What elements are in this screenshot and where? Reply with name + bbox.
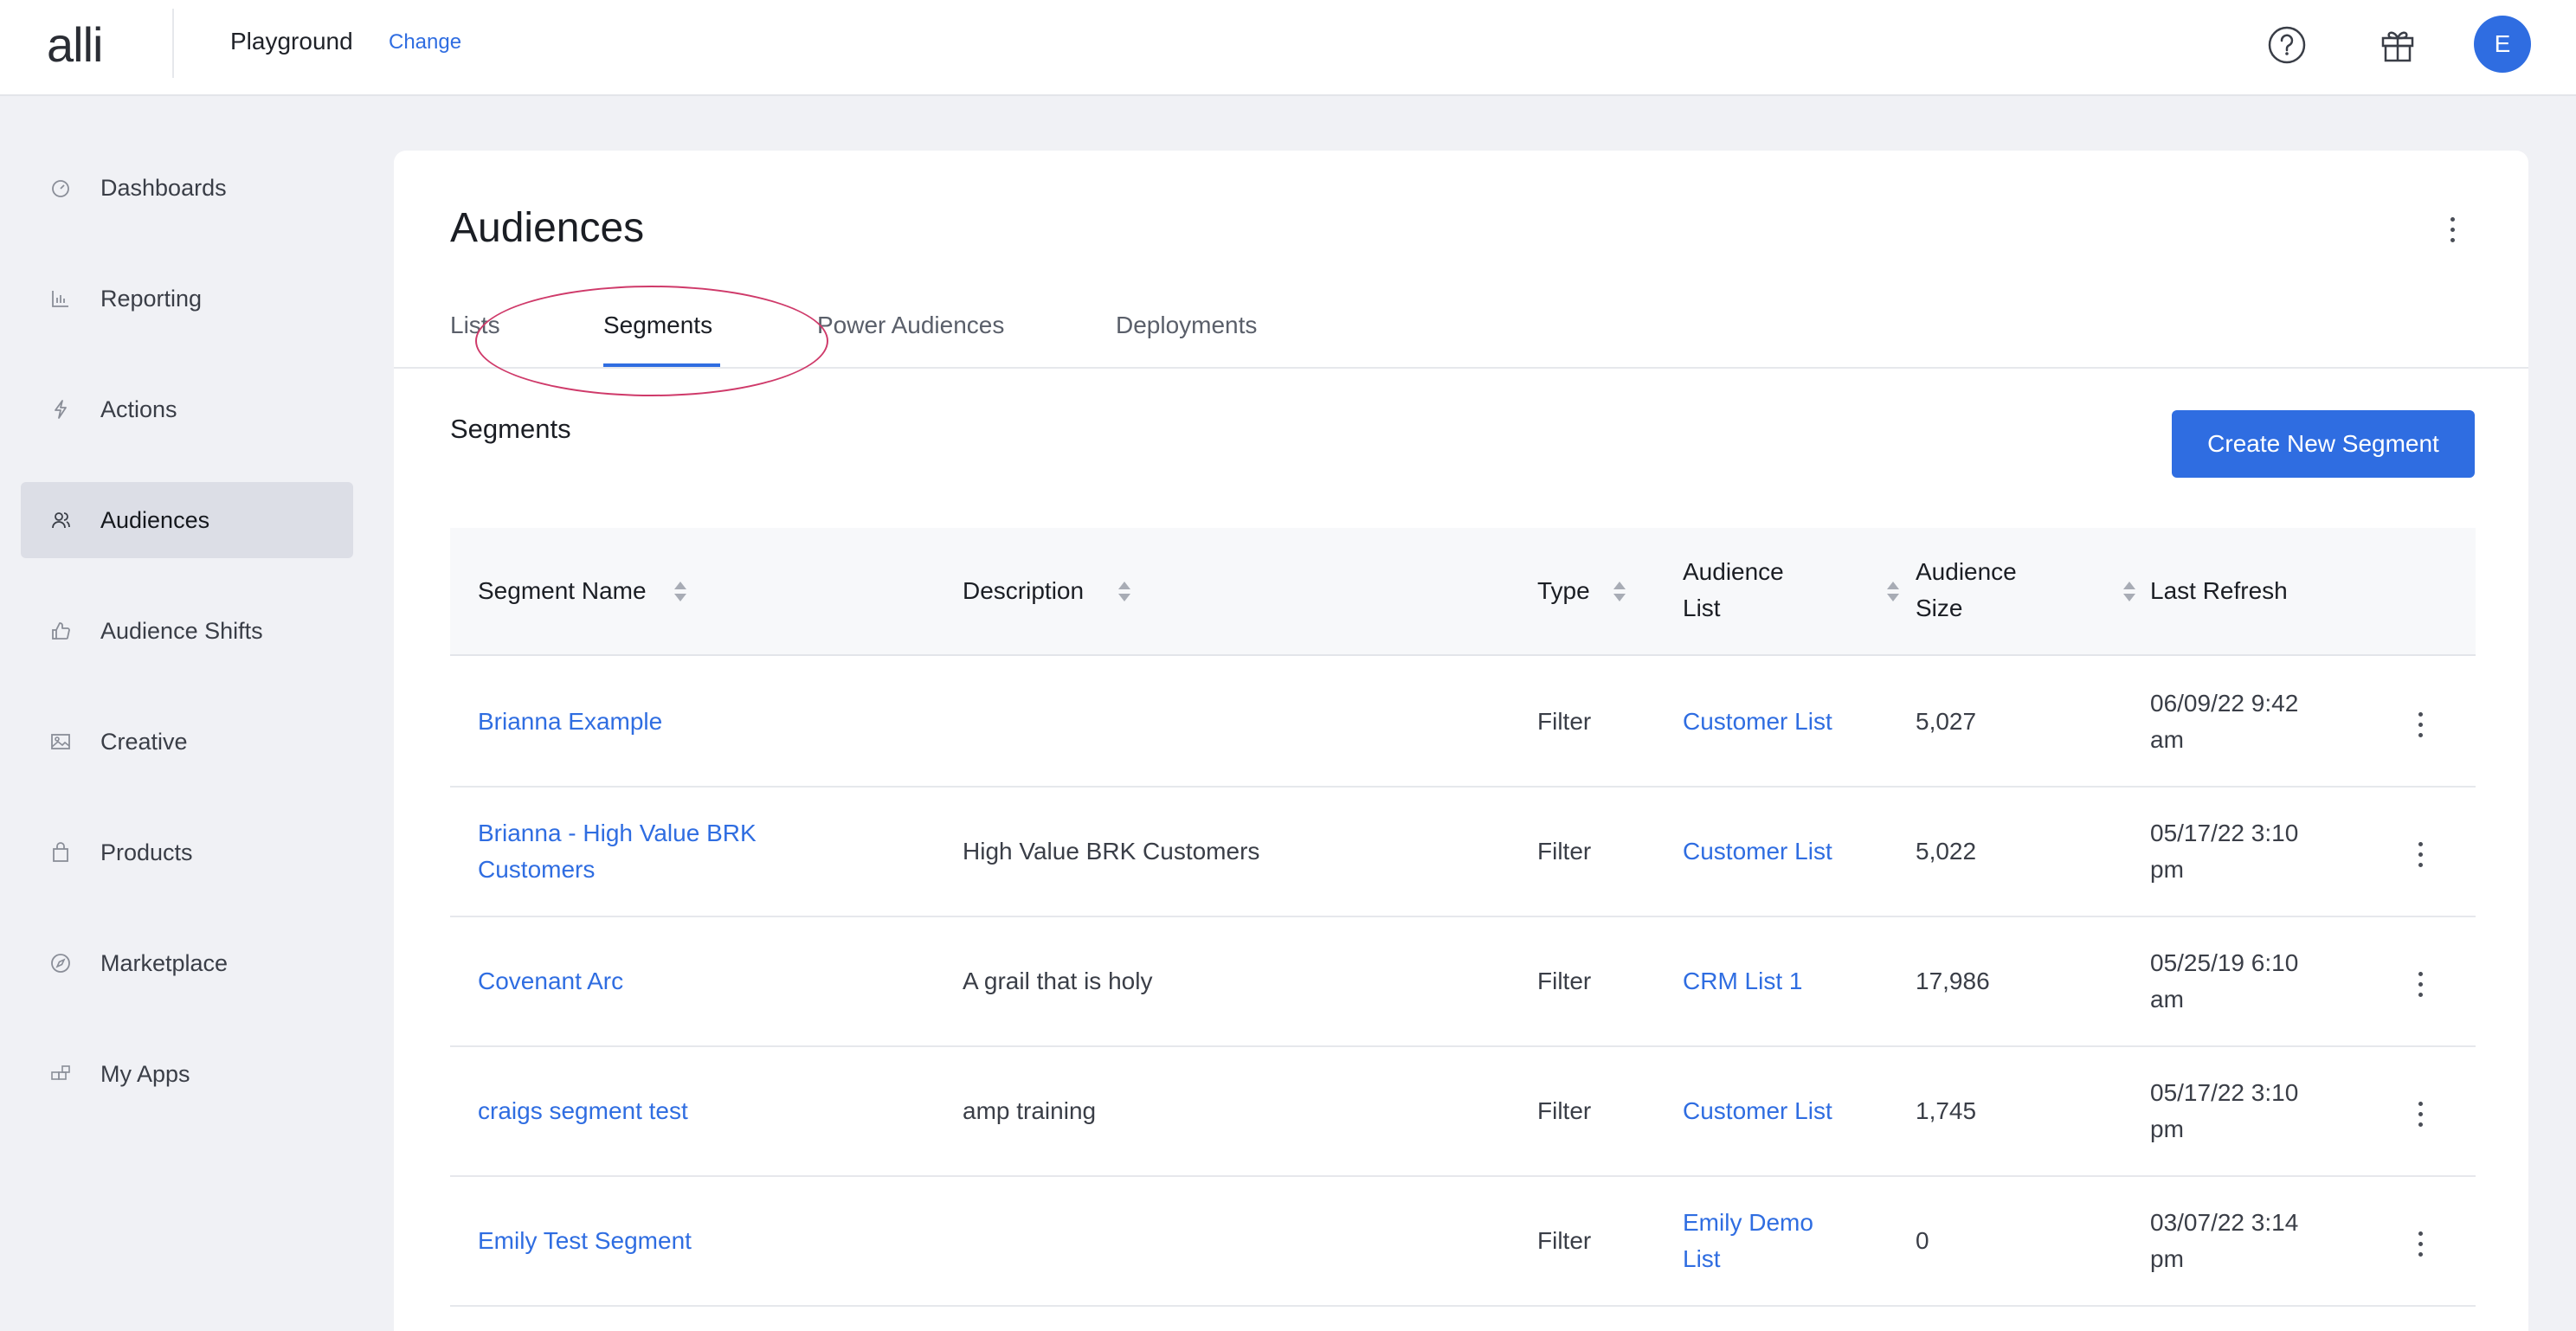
sidebar-item-label: Dashboards bbox=[100, 175, 227, 201]
sidebar-item-marketplace[interactable]: Marketplace bbox=[21, 925, 353, 1001]
audience-size-cell: 0 bbox=[1916, 1227, 1929, 1254]
users-icon bbox=[50, 510, 71, 530]
audience-size-cell: 5,027 bbox=[1916, 708, 1977, 735]
sidebar-item-label: Creative bbox=[100, 729, 188, 755]
sidebar-item-label: My Apps bbox=[100, 1061, 190, 1087]
table-row: Brianna Example Filter Customer List 5,0… bbox=[450, 658, 2476, 788]
page-title: Audiences bbox=[450, 205, 645, 251]
table-row: Emily Test Segment Filter Emily Demo Lis… bbox=[450, 1177, 2476, 1307]
sidebar-item-creative[interactable]: Creative bbox=[21, 704, 353, 780]
row-actions-icon[interactable] bbox=[2407, 1092, 2433, 1135]
annotation-ellipse bbox=[475, 286, 828, 396]
segment-name-link[interactable]: Emily Test Segment bbox=[478, 1223, 692, 1259]
lightning-icon bbox=[50, 399, 71, 420]
type-cell: Filter bbox=[1537, 1227, 1592, 1254]
dashboard-icon bbox=[50, 177, 71, 198]
sidebar-item-dashboards[interactable]: Dashboards bbox=[21, 150, 353, 226]
audience-list-link[interactable]: Customer List bbox=[1683, 833, 1832, 870]
segment-name-link[interactable]: Brianna - High Value BRK Customers bbox=[478, 815, 757, 888]
last-refresh-cell: 03/07/22 3:14 pm bbox=[2150, 1209, 2299, 1272]
type-cell: Filter bbox=[1537, 968, 1592, 994]
last-refresh-cell: 05/17/22 3:10 pm bbox=[2150, 1079, 2299, 1142]
row-actions-icon[interactable] bbox=[2407, 703, 2433, 746]
sidebar-item-label: Marketplace bbox=[100, 950, 229, 976]
sidebar: Dashboards Reporting Actions Audiences A… bbox=[0, 96, 372, 1331]
audience-size-cell: 1,745 bbox=[1916, 1097, 1977, 1124]
audience-size-cell: 5,022 bbox=[1916, 838, 1977, 865]
tab-power-audiences[interactable]: Power Audiences bbox=[817, 308, 1004, 343]
description-cell: amp training bbox=[963, 1097, 1097, 1124]
audience-size-cell: 17,986 bbox=[1916, 968, 1990, 994]
sidebar-item-label: Audience Shifts bbox=[100, 618, 263, 644]
bag-icon bbox=[50, 842, 71, 863]
row-actions-icon[interactable] bbox=[2407, 962, 2433, 1006]
thumbs-up-icon bbox=[50, 620, 71, 641]
sort-icon[interactable] bbox=[674, 580, 686, 604]
sidebar-item-label: Products bbox=[100, 839, 193, 865]
last-refresh-cell: 05/25/19 6:10 am bbox=[2150, 949, 2299, 1013]
gift-icon[interactable] bbox=[2372, 19, 2424, 71]
sort-icon[interactable] bbox=[1118, 580, 1130, 604]
column-header-audience-list[interactable]: Audience List bbox=[1683, 554, 1784, 627]
description-cell: A grail that is holy bbox=[963, 968, 1153, 994]
tab-deployments[interactable]: Deployments bbox=[1116, 308, 1257, 343]
type-cell: Filter bbox=[1537, 708, 1592, 735]
change-workspace-link[interactable]: Change bbox=[389, 29, 461, 56]
segment-name-link[interactable]: craigs segment test bbox=[478, 1093, 688, 1129]
workspace-name: Playground bbox=[230, 28, 353, 55]
audience-list-link[interactable]: Customer List bbox=[1683, 704, 1832, 740]
sidebar-item-label: Audiences bbox=[100, 507, 210, 533]
audience-list-link[interactable]: Emily Demo List bbox=[1683, 1205, 1813, 1277]
description-cell: High Value BRK Customers bbox=[963, 838, 1260, 865]
sidebar-item-audiences[interactable]: Audiences bbox=[21, 482, 353, 558]
top-bar: alli Playground Change E bbox=[0, 0, 2576, 96]
sidebar-item-my-apps[interactable]: My Apps bbox=[21, 1036, 353, 1112]
type-cell: Filter bbox=[1537, 838, 1592, 865]
main-card: Audiences Lists Segments Power Audiences… bbox=[394, 151, 2528, 1331]
table-row: Brianna - High Value BRK Customers High … bbox=[450, 788, 2476, 917]
last-refresh-cell: 05/17/22 3:10 pm bbox=[2150, 820, 2299, 883]
column-header-segment-name[interactable]: Segment Name bbox=[478, 573, 647, 609]
sidebar-item-label: Reporting bbox=[100, 286, 203, 312]
section-title: Segments bbox=[450, 414, 571, 444]
table-row: craigs segment test amp training Filter … bbox=[450, 1047, 2476, 1177]
image-icon bbox=[50, 731, 71, 752]
row-actions-icon[interactable] bbox=[2407, 833, 2433, 876]
alli-logo[interactable]: alli bbox=[47, 17, 103, 73]
table-row: Covenant Arc A grail that is holy Filter… bbox=[450, 917, 2476, 1047]
column-header-audience-size[interactable]: Audience Size bbox=[1916, 554, 2017, 627]
column-header-type[interactable]: Type bbox=[1537, 573, 1590, 609]
audience-list-link[interactable]: Customer List bbox=[1683, 1093, 1832, 1129]
divider bbox=[172, 9, 174, 78]
sort-icon[interactable] bbox=[1613, 580, 1626, 604]
sidebar-item-actions[interactable]: Actions bbox=[21, 371, 353, 447]
type-cell: Filter bbox=[1537, 1097, 1592, 1124]
user-avatar[interactable]: E bbox=[2474, 16, 2531, 73]
compass-icon bbox=[50, 953, 71, 974]
sidebar-item-audience-shifts[interactable]: Audience Shifts bbox=[21, 593, 353, 669]
sidebar-item-label: Actions bbox=[100, 396, 177, 422]
sort-icon[interactable] bbox=[1887, 580, 1899, 604]
sidebar-item-reporting[interactable]: Reporting bbox=[21, 260, 353, 337]
column-header-description[interactable]: Description bbox=[963, 573, 1084, 609]
column-header-last-refresh: Last Refresh bbox=[2150, 577, 2288, 604]
apps-icon bbox=[50, 1064, 71, 1084]
table-header: Segment Name Description Type Audience L… bbox=[450, 528, 2476, 656]
help-icon[interactable] bbox=[2261, 19, 2313, 71]
row-actions-icon[interactable] bbox=[2407, 1222, 2433, 1265]
create-new-segment-button[interactable]: Create New Segment bbox=[2172, 410, 2475, 478]
bar-chart-icon bbox=[50, 288, 71, 309]
audience-list-link[interactable]: CRM List 1 bbox=[1683, 963, 1802, 1000]
last-refresh-cell: 06/09/22 9:42 am bbox=[2150, 690, 2299, 753]
segment-name-link[interactable]: Covenant Arc bbox=[478, 963, 623, 1000]
more-options-icon[interactable] bbox=[2435, 208, 2470, 251]
sidebar-item-products[interactable]: Products bbox=[21, 814, 353, 891]
sort-icon[interactable] bbox=[2123, 580, 2135, 604]
segment-name-link[interactable]: Brianna Example bbox=[478, 704, 662, 740]
